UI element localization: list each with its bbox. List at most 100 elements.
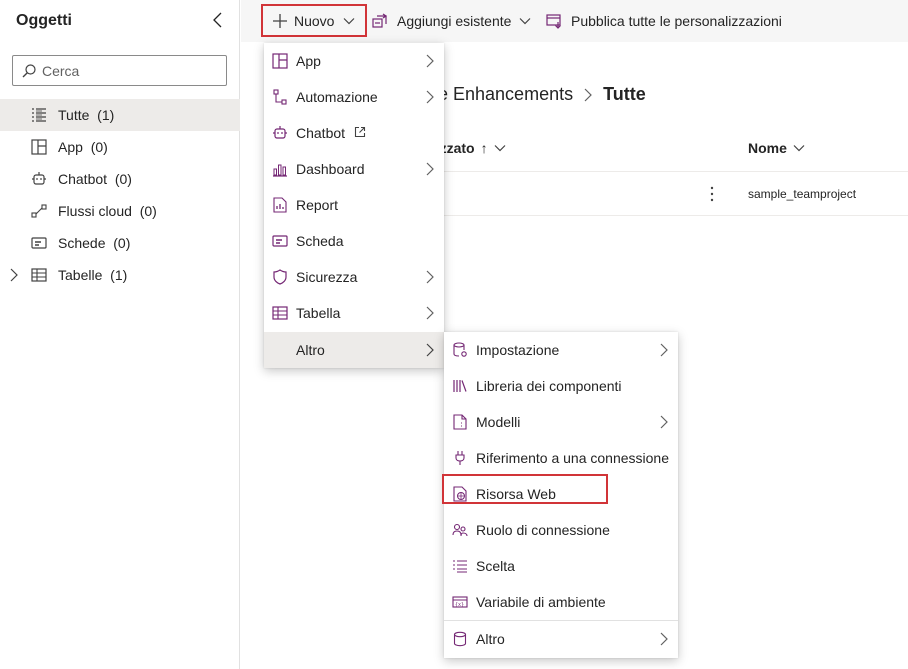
- publish-all-label: Pubblica tutte le personalizzazioni: [571, 13, 782, 29]
- tree-item-all[interactable]: Tutte (1): [0, 99, 240, 131]
- menu-item-report[interactable]: Report: [264, 187, 444, 223]
- tree-item-app[interactable]: App (0): [0, 131, 240, 163]
- menu-item-templates[interactable]: Modelli: [444, 404, 678, 440]
- setting-icon: [453, 342, 467, 357]
- open-external-icon: [354, 126, 366, 138]
- menu-item-security[interactable]: Sicurezza: [264, 259, 444, 295]
- chevron-right-icon: [426, 54, 434, 68]
- chevron-right-icon: [426, 270, 434, 284]
- menu-item-label: Riferimento a una connessione: [476, 450, 670, 466]
- chevron-right-icon: [584, 88, 592, 101]
- tree-item-label: Tabelle: [58, 267, 103, 283]
- plug-icon: [455, 451, 465, 465]
- app-icon: [272, 53, 288, 69]
- row-divider: [424, 215, 908, 216]
- menu-item-other[interactable]: Altro: [444, 621, 678, 657]
- tree-item-count: (1): [110, 267, 128, 283]
- chevron-right-icon: [426, 162, 434, 176]
- menu-item-table[interactable]: Tabella: [264, 295, 444, 331]
- flow-icon: [31, 204, 47, 218]
- tree-item-label: Chatbot: [58, 171, 108, 187]
- chevron-right-icon: [660, 632, 668, 646]
- search-icon: [22, 63, 36, 77]
- sort-ascending-icon: ↑: [480, 140, 488, 156]
- column-header-label: Nome: [748, 140, 787, 156]
- add-existing-button[interactable]: Aggiungi esistente: [372, 0, 531, 42]
- menu-item-label: Altro: [476, 631, 505, 647]
- menu-item-label: Scheda: [296, 233, 344, 249]
- database-icon: [453, 631, 467, 647]
- bot-icon: [32, 172, 46, 185]
- tree-item-tables[interactable]: Tabelle (1): [0, 259, 240, 291]
- tree-item-cards[interactable]: Schede (0): [0, 227, 240, 259]
- menu-item-dashboard[interactable]: Dashboard: [264, 151, 444, 187]
- chevron-down-icon: [519, 18, 531, 25]
- search-box[interactable]: [12, 55, 227, 86]
- chevron-right-icon: [426, 306, 434, 320]
- menu-item-choice[interactable]: Scelta: [444, 548, 678, 584]
- menu-item-environment-variable[interactable]: {x} Variabile di ambiente: [444, 584, 678, 620]
- menu-item-label: Sicurezza: [296, 269, 358, 285]
- tree-item-label: Flussi cloud: [58, 203, 132, 219]
- chevron-right-icon: [426, 343, 434, 357]
- add-existing-icon: [372, 13, 388, 28]
- menu-item-more[interactable]: Altro: [264, 332, 444, 368]
- search-input[interactable]: [42, 62, 212, 79]
- tree-item-count: (0): [114, 171, 132, 187]
- menu-item-label: Report: [296, 197, 339, 213]
- menu-item-label: Impostazione: [476, 342, 560, 358]
- chevron-right-icon: [426, 90, 434, 104]
- chevron-right-icon: [660, 415, 668, 429]
- tree-item-chatbot[interactable]: Chatbot (0): [0, 163, 240, 195]
- collapse-pane-button[interactable]: [209, 11, 227, 29]
- breadcrumb: e Enhancements Tutte: [438, 84, 646, 105]
- table-cell-name: sample_teamproject: [748, 187, 857, 201]
- people-icon: [452, 523, 468, 537]
- row-more-button[interactable]: [702, 184, 722, 204]
- chevron-right-icon: [660, 343, 668, 357]
- menu-item-chatbot[interactable]: Chatbot: [264, 115, 444, 151]
- menu-item-setting[interactable]: Impostazione: [444, 332, 678, 368]
- list-icon: [453, 560, 467, 573]
- menu-item-label: Scelta: [476, 558, 515, 574]
- add-existing-label: Aggiungi esistente: [397, 13, 512, 29]
- breadcrumb-parent[interactable]: e Enhancements: [438, 84, 573, 105]
- tree-item-count: (0): [139, 203, 157, 219]
- pane-title: Oggetti: [16, 12, 72, 29]
- card-icon: [272, 235, 288, 247]
- menu-item-label: Chatbot: [296, 125, 346, 141]
- menu-item-connection-reference[interactable]: Riferimento a una connessione: [444, 440, 678, 476]
- column-header-name[interactable]: Nome: [748, 140, 805, 156]
- more-submenu: Impostazione Libreria dei componenti Mod…: [442, 332, 678, 658]
- menu-item-component-library[interactable]: Libreria dei componenti: [444, 368, 678, 404]
- menu-item-label: App: [296, 53, 321, 69]
- svg-text:{x}: {x}: [455, 602, 464, 608]
- chevron-down-icon: [344, 17, 355, 24]
- chevron-down-icon: [494, 145, 506, 152]
- chevron-right-icon[interactable]: [8, 268, 20, 282]
- chevron-left-icon: [213, 12, 222, 28]
- report-icon: [273, 197, 287, 213]
- tree-item-label: App: [58, 139, 83, 155]
- menu-item-label: Ruolo di connessione: [476, 522, 610, 538]
- tree-item-label: Tutte: [58, 107, 90, 123]
- tree-item-count: (0): [113, 235, 131, 251]
- menu-item-web-resource[interactable]: Risorsa Web: [442, 474, 678, 512]
- new-button[interactable]: Nuovo: [261, 4, 367, 37]
- tree-item-cloud-flows[interactable]: Flussi cloud (0): [0, 195, 240, 227]
- card-icon: [31, 237, 47, 249]
- menu-item-label: Risorsa Web: [476, 486, 556, 502]
- publish-all-button[interactable]: Pubblica tutte le personalizzazioni: [546, 0, 782, 42]
- menu-item-label: Libreria dei componenti: [476, 378, 622, 394]
- table-icon: [272, 306, 288, 320]
- menu-item-label: Modelli: [476, 414, 521, 430]
- publish-icon: [546, 14, 561, 29]
- menu-item-automation[interactable]: Automazione: [264, 79, 444, 115]
- shield-icon: [273, 269, 287, 285]
- menu-item-app[interactable]: App: [264, 43, 444, 79]
- menu-item-card[interactable]: Scheda: [264, 223, 444, 259]
- plus-icon: [273, 13, 287, 28]
- library-icon: [453, 380, 467, 392]
- more-vertical-icon: [710, 186, 714, 202]
- menu-item-connection-role[interactable]: Ruolo di connessione: [444, 512, 678, 548]
